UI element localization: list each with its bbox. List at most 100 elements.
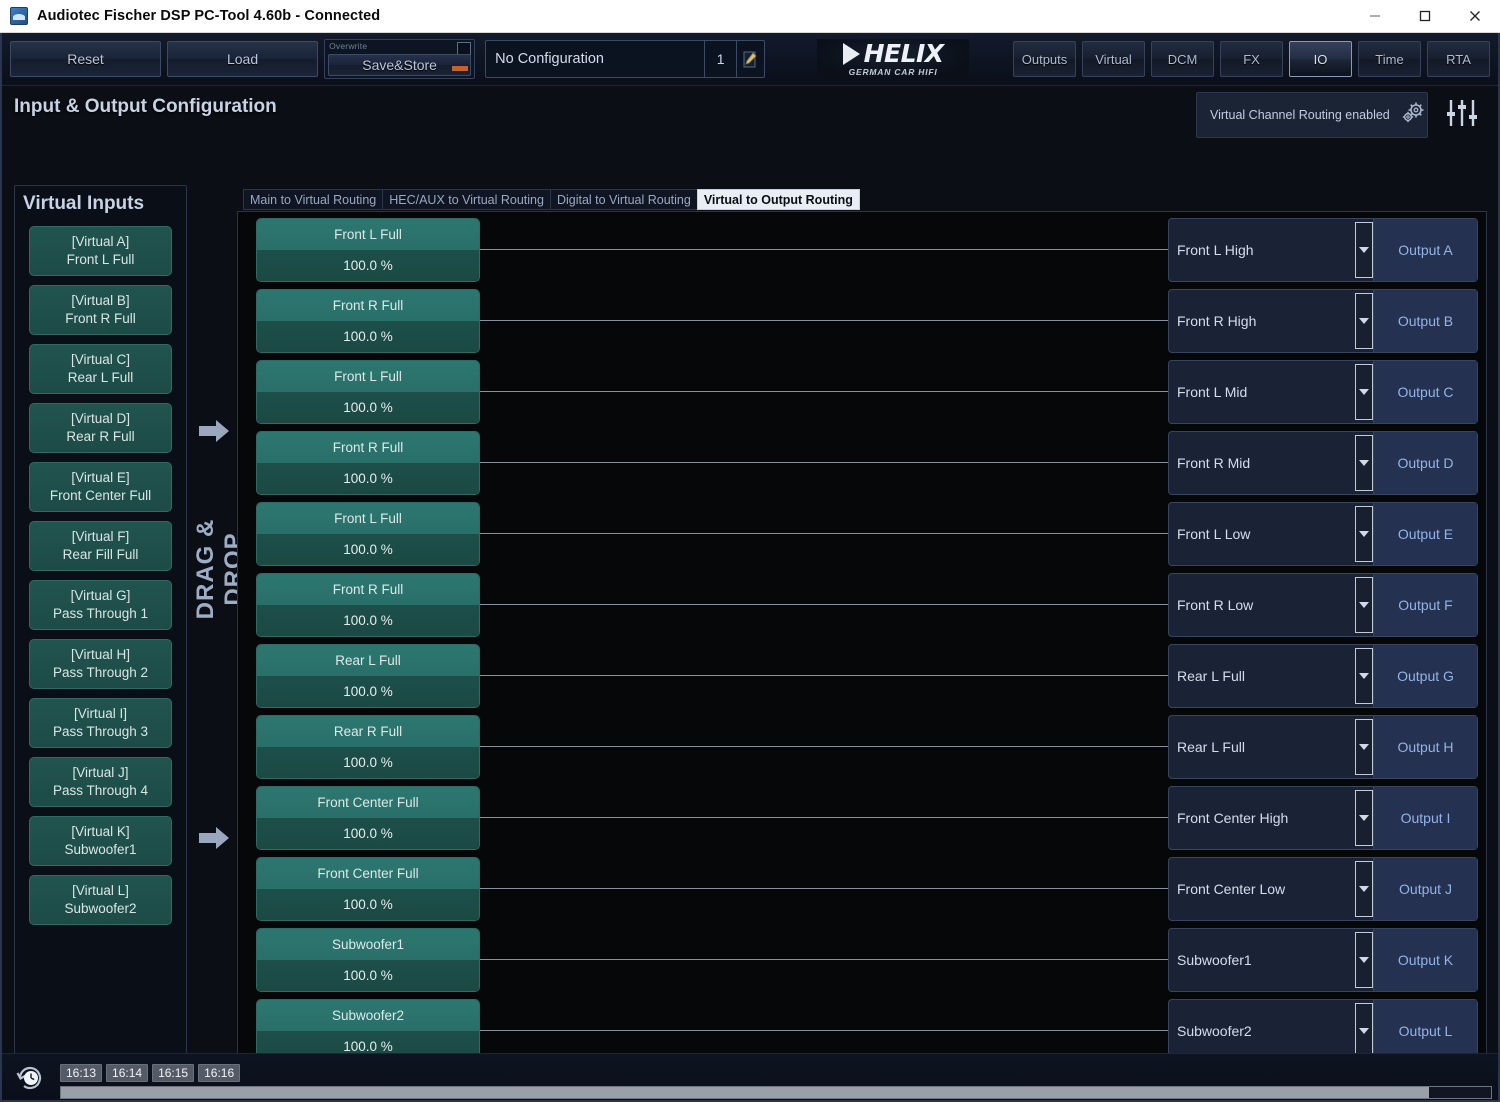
routing-block[interactable]: Front R Full 100.0 % — [256, 573, 480, 637]
pencil-edit-icon[interactable] — [736, 41, 764, 77]
routing-block[interactable]: Front R Full 100.0 % — [256, 289, 480, 353]
routing-block[interactable]: Front L Full 100.0 % — [256, 218, 480, 282]
configuration-name[interactable]: No Configuration — [486, 41, 704, 77]
chevron-down-icon[interactable] — [1355, 293, 1373, 349]
chevron-down-icon[interactable] — [1355, 861, 1373, 917]
nav-button-io[interactable]: IO — [1289, 41, 1352, 77]
routing-block[interactable]: Rear R Full 100.0 % — [256, 715, 480, 779]
routing-block-level[interactable]: 100.0 % — [257, 676, 479, 707]
output-channel-select[interactable]: Front L Low — [1169, 503, 1355, 565]
virtual-input-item[interactable]: [Virtual K] Subwoofer1 — [29, 816, 172, 866]
chevron-down-icon[interactable] — [1355, 1003, 1373, 1059]
tab-hecaux-to-virtual-routing[interactable]: HEC/AUX to Virtual Routing — [382, 189, 550, 210]
virtual-input-item[interactable]: [Virtual C] Rear L Full — [29, 344, 172, 394]
output-name-label: Output B — [1373, 290, 1477, 352]
virtual-input-item[interactable]: [Virtual G] Pass Through 1 — [29, 580, 172, 630]
chevron-down-icon[interactable] — [1355, 435, 1373, 491]
tab-digital-to-virtual-routing[interactable]: Digital to Virtual Routing — [549, 189, 697, 210]
nav-button-virtual[interactable]: Virtual — [1082, 41, 1145, 77]
virtual-input-item[interactable]: [Virtual D] Rear R Full — [29, 403, 172, 453]
status-progress-bar[interactable] — [60, 1086, 1492, 1099]
caret-glyph — [1359, 673, 1369, 679]
equalizer-sliders-icon[interactable] — [1444, 98, 1480, 133]
output-channel-select[interactable]: Subwoofer1 — [1169, 929, 1355, 991]
routing-block-source: Front Center Full — [257, 787, 479, 818]
virtual-input-item[interactable]: [Virtual L] Subwoofer2 — [29, 875, 172, 925]
close-button[interactable] — [1450, 0, 1500, 33]
chevron-down-icon[interactable] — [1355, 790, 1373, 846]
save-store-button[interactable]: Save&Store — [328, 54, 472, 76]
chevron-down-icon[interactable] — [1355, 364, 1373, 420]
virtual-input-tag: [Virtual C] — [70, 351, 131, 367]
caret-glyph — [1359, 744, 1369, 750]
routing-block-level[interactable]: 100.0 % — [257, 960, 479, 991]
status-bar: 16:13 16:14 16:15 16:16 — [2, 1053, 1498, 1100]
output-channel-select[interactable]: Front Center High — [1169, 787, 1355, 849]
output-name-label: Output H — [1373, 716, 1477, 778]
routing-block-level[interactable]: 100.0 % — [257, 747, 479, 778]
nav-button-rta[interactable]: RTA — [1427, 41, 1490, 77]
virtual-input-tag: [Virtual B] — [71, 292, 130, 308]
nav-button-time[interactable]: Time — [1358, 41, 1421, 77]
chevron-down-icon[interactable] — [1355, 719, 1373, 775]
routing-block[interactable]: Front L Full 100.0 % — [256, 360, 480, 424]
routing-block-level[interactable]: 100.0 % — [257, 605, 479, 636]
routing-block[interactable]: Front Center Full 100.0 % — [256, 786, 480, 850]
minimize-button[interactable] — [1350, 0, 1400, 33]
nav-button-outputs[interactable]: Outputs — [1013, 41, 1076, 77]
virtual-input-item[interactable]: [Virtual H] Pass Through 2 — [29, 639, 172, 689]
history-timestamp-chip[interactable]: 16:14 — [106, 1064, 149, 1082]
virtual-input-name: Subwoofer1 — [64, 842, 137, 857]
caret-glyph — [1359, 531, 1369, 537]
output-channel-select[interactable]: Front Center Low — [1169, 858, 1355, 920]
routing-block[interactable]: Rear L Full 100.0 % — [256, 644, 480, 708]
routing-block-level[interactable]: 100.0 % — [257, 463, 479, 494]
chevron-down-icon[interactable] — [1355, 648, 1373, 704]
virtual-input-item[interactable]: [Virtual F] Rear Fill Full — [29, 521, 172, 571]
output-channel-select[interactable]: Front L High — [1169, 219, 1355, 281]
output-channel-select[interactable]: Front L Mid — [1169, 361, 1355, 423]
configuration-number[interactable]: 1 — [704, 41, 736, 77]
chevron-down-icon[interactable] — [1355, 577, 1373, 633]
routing-block-level[interactable]: 100.0 % — [257, 392, 479, 423]
output-row: Subwoofer1 Output K — [1168, 928, 1478, 992]
output-channel-select[interactable]: Front R Low — [1169, 574, 1355, 636]
output-channel-select[interactable]: Front R Mid — [1169, 432, 1355, 494]
routing-block-level[interactable]: 100.0 % — [257, 818, 479, 849]
virtual-input-item[interactable]: [Virtual B] Front R Full — [29, 285, 172, 335]
routing-block[interactable]: Front R Full 100.0 % — [256, 431, 480, 495]
reset-button[interactable]: Reset — [10, 41, 162, 77]
load-button[interactable]: Load — [167, 41, 319, 77]
chevron-down-icon[interactable] — [1355, 506, 1373, 562]
output-channel-select[interactable]: Rear L Full — [1169, 645, 1355, 707]
output-channel-select[interactable]: Rear L Full — [1169, 716, 1355, 778]
chevron-down-icon[interactable] — [1355, 222, 1373, 278]
tab-main-to-virtual-routing[interactable]: Main to Virtual Routing — [243, 189, 383, 210]
routing-block[interactable]: Front Center Full 100.0 % — [256, 857, 480, 921]
history-timestamp-chip[interactable]: 16:16 — [198, 1064, 241, 1082]
clock-history-icon[interactable] — [16, 1065, 46, 1096]
maximize-button[interactable] — [1400, 0, 1450, 33]
history-timestamp-chip[interactable]: 16:15 — [152, 1064, 195, 1082]
chevron-down-icon[interactable] — [1355, 932, 1373, 988]
routing-block-level[interactable]: 100.0 % — [257, 321, 479, 352]
routing-block-level[interactable]: 100.0 % — [257, 250, 479, 281]
routing-block[interactable]: Front L Full 100.0 % — [256, 502, 480, 566]
routing-block-level[interactable]: 100.0 % — [257, 889, 479, 920]
virtual-input-item[interactable]: [Virtual I] Pass Through 3 — [29, 698, 172, 748]
tab-virtual-to-output-routing[interactable]: Virtual to Output Routing — [696, 189, 860, 210]
virtual-inputs-list: [Virtual A] Front L Full [Virtual B] Front … — [29, 226, 172, 934]
virtual-input-item[interactable]: [Virtual J] Pass Through 4 — [29, 757, 172, 807]
routing-block-level[interactable]: 100.0 % — [257, 534, 479, 565]
output-row: Front R Low Output F — [1168, 573, 1478, 637]
history-timestamp-chip[interactable]: 16:13 — [60, 1064, 103, 1082]
routing-block[interactable]: Subwoofer1 100.0 % — [256, 928, 480, 992]
virtual-channel-routing-badge[interactable]: Virtual Channel Routing enabled — [1196, 92, 1428, 138]
output-channel-select[interactable]: Front R High — [1169, 290, 1355, 352]
nav-button-fx[interactable]: FX — [1220, 41, 1283, 77]
virtual-input-item[interactable]: [Virtual E] Front Center Full — [29, 462, 172, 512]
nav-button-dcm[interactable]: DCM — [1151, 41, 1214, 77]
virtual-input-name: Subwoofer2 — [64, 901, 137, 916]
virtual-input-item[interactable]: [Virtual A] Front L Full — [29, 226, 172, 276]
routing-block-source: Rear R Full — [257, 716, 479, 747]
